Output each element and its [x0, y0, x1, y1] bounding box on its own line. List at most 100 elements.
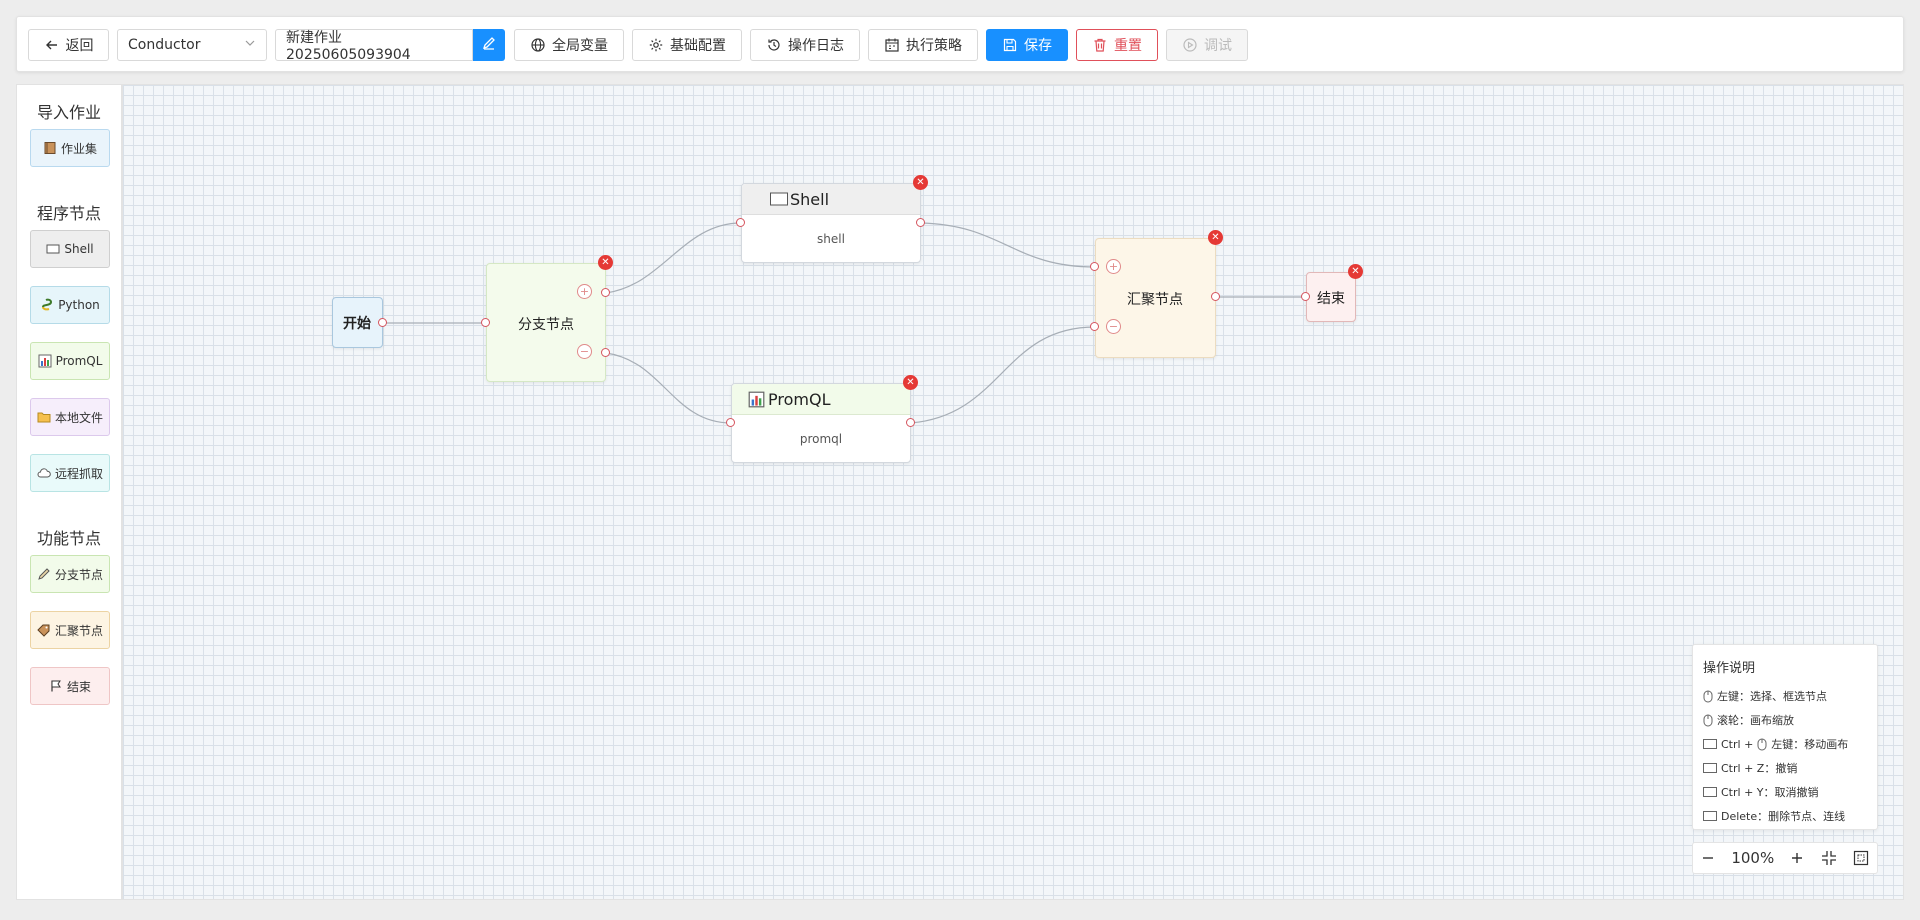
terminal-icon: [46, 242, 60, 256]
help-row: 滚轮：画布缩放: [1703, 708, 1867, 732]
node-shell-delete-button[interactable]: ✕: [913, 175, 928, 190]
job-name-value: 新建作业20250605093904: [286, 30, 411, 63]
mouse-icon: [1757, 738, 1767, 751]
base-config-button[interactable]: 基础配置: [632, 29, 742, 61]
program-heading: 程序节点: [36, 204, 101, 223]
python-icon: [40, 298, 54, 312]
node-shell-in-port[interactable]: [736, 218, 745, 227]
arrow-left-icon: [44, 37, 60, 53]
save-icon: [1002, 37, 1018, 53]
palette-item-label: 分支节点: [54, 567, 103, 582]
pencil-icon: [481, 35, 497, 55]
op-log-label: 操作日志: [788, 38, 844, 54]
palette-item-end[interactable]: 结束: [30, 667, 110, 705]
help-title: 操作说明: [1703, 661, 1756, 676]
edge-branch-promql[interactable]: [605, 352, 732, 424]
zoom-controls: 100%: [1692, 842, 1878, 874]
job-name-input[interactable]: 新建作业20250605093904: [275, 29, 473, 63]
palette-item-local-file[interactable]: 本地文件: [30, 398, 110, 436]
node-start-out-port[interactable]: [378, 318, 387, 327]
palette-item-shell[interactable]: Shell: [30, 230, 110, 268]
node-end-in-port[interactable]: [1301, 292, 1310, 301]
engine-select[interactable]: Conductor: [117, 29, 267, 61]
reset-button[interactable]: 重置: [1076, 29, 1158, 61]
node-merge[interactable]: 汇聚节点: [1095, 238, 1216, 358]
exec-strategy-button[interactable]: 执行策略: [868, 29, 978, 61]
node-promql[interactable]: PromQL promql: [731, 383, 911, 463]
help-row: Ctrl + Z：撤销: [1703, 756, 1867, 780]
save-button[interactable]: 保存: [986, 29, 1068, 61]
node-branch-in-port[interactable]: [481, 318, 490, 327]
node-promql-delete-button[interactable]: ✕: [903, 375, 918, 390]
gear-icon: [648, 37, 664, 53]
keyboard-icon: [1703, 811, 1717, 821]
help-row-text: 滚轮：画布缩放: [1717, 714, 1794, 727]
palette-item-merge[interactable]: 汇聚节点: [30, 611, 110, 649]
base-config-label: 基础配置: [670, 38, 726, 54]
op-log-button[interactable]: 操作日志: [750, 29, 860, 61]
node-branch-false-handle[interactable]: −: [577, 344, 592, 359]
edge-promql-merge[interactable]: [910, 326, 1096, 424]
minus-icon: [1703, 857, 1714, 859]
node-end[interactable]: 结束: [1306, 272, 1356, 322]
palette-item-label: Python: [58, 298, 100, 312]
palette-item-promql[interactable]: PromQL: [30, 342, 110, 380]
help-row: 左键：选择、框选节点: [1703, 684, 1867, 708]
fit-view-button[interactable]: [1821, 850, 1837, 866]
debug-label: 调试: [1204, 38, 1232, 54]
global-vars-button[interactable]: 全局变量: [514, 29, 624, 61]
flag-icon: [49, 679, 63, 693]
palette-item-label: Shell: [64, 242, 94, 256]
chart-icon: [38, 354, 52, 368]
node-merge-out-port[interactable]: [1211, 292, 1220, 301]
debug-button[interactable]: 调试: [1166, 29, 1248, 61]
node-merge-in-port-2[interactable]: [1090, 322, 1099, 331]
node-branch[interactable]: 分支节点: [486, 263, 606, 382]
node-merge-in-port-1[interactable]: [1090, 262, 1099, 271]
trash-icon: [1092, 37, 1108, 53]
help-row-text: Ctrl + Y：取消撤销: [1721, 786, 1819, 799]
palette-item-branch[interactable]: 分支节点: [30, 555, 110, 593]
node-shell-title: Shell: [790, 190, 830, 209]
node-branch-delete-button[interactable]: ✕: [598, 255, 613, 270]
node-branch-true-handle[interactable]: +: [577, 284, 592, 299]
keyboard-icon: [1703, 739, 1717, 749]
play-circle-icon: [1182, 37, 1198, 53]
zoom-out-button[interactable]: [1701, 851, 1715, 865]
palette-item-remote-fetch[interactable]: 远程抓取: [30, 454, 110, 492]
cloud-icon: [37, 466, 51, 480]
help-row: Ctrl + 左键：移动画布: [1703, 732, 1867, 756]
back-button[interactable]: 返回: [28, 29, 109, 61]
palette-item-job-set[interactable]: 作业集: [30, 129, 110, 167]
node-start[interactable]: 开始: [332, 297, 383, 348]
import-heading: 导入作业: [36, 103, 101, 122]
history-icon: [766, 37, 782, 53]
node-shell-out-port[interactable]: [916, 218, 925, 227]
edge-shell-merge[interactable]: [920, 222, 1096, 268]
minimap-toggle-button[interactable]: [1853, 850, 1869, 866]
node-branch-out-port-false[interactable]: [601, 348, 610, 357]
node-branch-out-port-true[interactable]: [601, 288, 610, 297]
node-merge-in-handle-1[interactable]: +: [1106, 259, 1121, 274]
palette-item-label: 本地文件: [54, 410, 103, 425]
workflow-canvas[interactable]: 开始 分支节点 ✕ + − Shell shell ✕ PromQL promq…: [122, 84, 1904, 900]
node-shell-body: shell: [817, 232, 845, 246]
node-promql-out-port[interactable]: [906, 418, 915, 427]
global-vars-label: 全局变量: [552, 38, 608, 54]
zoom-in-button[interactable]: [1790, 851, 1804, 865]
node-promql-in-port[interactable]: [726, 418, 735, 427]
node-merge-delete-button[interactable]: ✕: [1208, 230, 1223, 245]
node-promql-body: promql: [799, 432, 843, 446]
palette-item-python[interactable]: Python: [30, 286, 110, 324]
edge-branch-shell[interactable]: [605, 222, 742, 294]
edit-name-button[interactable]: [473, 29, 505, 61]
help-row: Ctrl + Y：取消撤销: [1703, 780, 1867, 804]
calendar-icon: [884, 37, 900, 53]
node-branch-label: 分支节点: [518, 317, 574, 333]
chevron-down-icon: [244, 37, 256, 53]
node-merge-in-handle-2[interactable]: −: [1106, 319, 1121, 334]
node-end-delete-button[interactable]: ✕: [1348, 264, 1363, 279]
help-row-text-post: 左键：移动画布: [1771, 738, 1849, 751]
node-shell[interactable]: Shell shell: [741, 183, 921, 263]
book-icon: [43, 141, 57, 155]
